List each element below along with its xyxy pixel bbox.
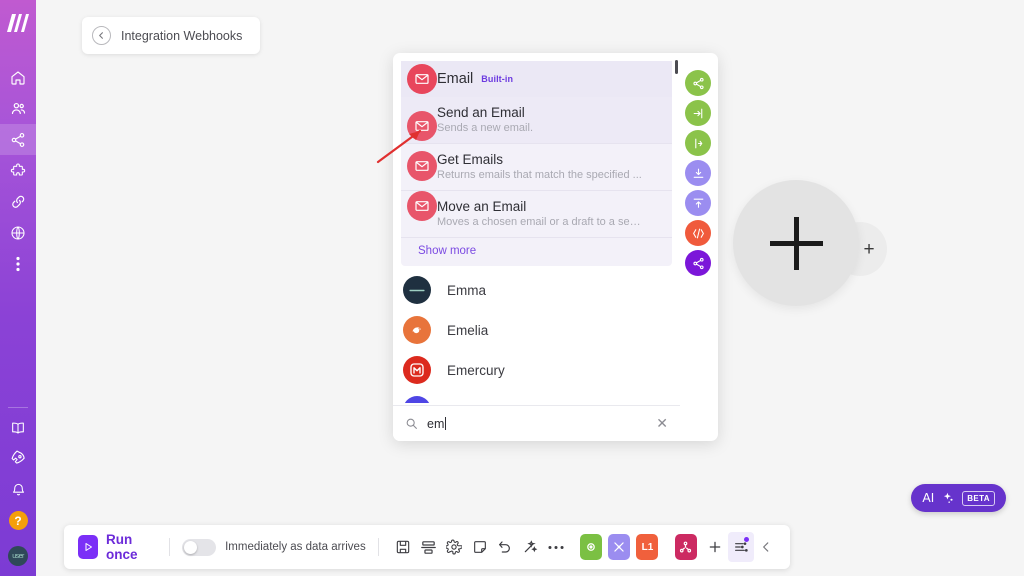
align-icon[interactable] (416, 532, 441, 562)
rail-button-share-2[interactable] (685, 250, 711, 276)
envelope-icon-get (407, 151, 437, 181)
list-item-emma[interactable]: Emma (393, 270, 680, 310)
sidebar-item-scenarios[interactable] (0, 124, 36, 155)
app-results-list: Emma Emelia Emercury (393, 266, 680, 403)
app-avatar-emma (403, 276, 431, 304)
module-title: Send an Email (437, 105, 525, 120)
toolbar-button-tools[interactable] (608, 534, 631, 560)
module-row-send-an-email[interactable]: Send an Email Sends a new email. (401, 97, 672, 144)
toolbar-divider (169, 538, 171, 556)
add-icon[interactable] (703, 532, 728, 562)
sidebar-item-webhooks[interactable] (0, 217, 36, 248)
module-title: Get Emails (437, 152, 504, 167)
sidebar-item-more[interactable] (0, 248, 36, 279)
ai-assistant-button[interactable]: AI BETA (911, 484, 1006, 512)
plus-icon: + (863, 238, 875, 260)
app-avatar-emelia (403, 316, 431, 344)
status-badge: Built-in (481, 74, 514, 84)
avatar[interactable]: user (8, 546, 28, 566)
module-title: Move an Email (437, 199, 527, 214)
search-input[interactable]: em (427, 416, 652, 431)
toolbar-button-connect[interactable] (674, 534, 697, 560)
envelope-icon-move (407, 191, 437, 221)
list-item-partial[interactable] (393, 390, 680, 403)
chevron-left-icon[interactable] (754, 532, 779, 562)
show-more-button[interactable]: Show more (401, 238, 672, 266)
rail-button-router[interactable] (685, 130, 711, 156)
text-caret (445, 416, 447, 430)
add-module-node[interactable]: + (733, 180, 887, 306)
app-group-header[interactable]: Email Built-in (401, 61, 672, 97)
list-item-emelia[interactable]: Emelia (393, 310, 680, 350)
sliders-icon[interactable] (728, 532, 754, 562)
rail-button-sign-in[interactable] (685, 100, 711, 126)
add-module-button[interactable] (733, 180, 859, 306)
ellipsis-icon[interactable] (543, 532, 568, 562)
rail-button-download[interactable] (685, 160, 711, 186)
tools-rail (685, 70, 713, 279)
help-icon[interactable]: ? (8, 511, 28, 530)
plus-icon-vertical (793, 216, 799, 270)
sidebar-item-home[interactable] (0, 62, 36, 93)
notification-dot (743, 537, 749, 542)
beta-badge: BETA (962, 490, 995, 506)
sidebar-item-connections[interactable] (0, 186, 36, 217)
envelope-icon-group (407, 64, 437, 94)
run-once-label: Run once (106, 532, 138, 562)
toolbar-button-explore[interactable] (580, 534, 603, 560)
list-item-emercury[interactable]: Emercury (393, 350, 680, 390)
module-picker-list: Email Built-in Send an Email Sends a new… (393, 53, 680, 403)
list-item-label: Emercury (447, 362, 505, 378)
page-title: Integration Webhooks (121, 28, 243, 43)
toolbar-button-level-label: L1 (641, 541, 654, 553)
list-item-label: Emelia (447, 322, 489, 338)
app-root: ? user Integration Webhooks + Email Buil… (0, 0, 1024, 576)
toolbar-button-level[interactable]: L1 (636, 534, 659, 560)
search-icon (405, 417, 418, 430)
module-search-bar[interactable]: em ✕ (393, 405, 680, 441)
ai-label: AI (922, 491, 935, 505)
sidebar-item-whats-new[interactable] (0, 443, 36, 474)
list-item-label: Emma (447, 282, 487, 298)
toolbar-divider-2 (377, 538, 379, 556)
module-description: Returns emails that match the specified … (437, 169, 642, 181)
toggle-knob (184, 540, 198, 554)
gear-icon[interactable] (441, 532, 466, 562)
breadcrumb[interactable]: Integration Webhooks (82, 17, 261, 54)
module-row-get-emails[interactable]: Get Emails Returns emails that match the… (401, 144, 672, 191)
rail-button-share[interactable] (685, 70, 711, 96)
sparkle-icon (941, 491, 955, 505)
rail-button-code[interactable] (685, 220, 711, 246)
envelope-icon-send (407, 111, 437, 141)
app-avatar-emercury (403, 356, 431, 384)
sidebar-divider (8, 407, 28, 408)
module-picker-panel: Email Built-in Send an Email Sends a new… (393, 53, 718, 441)
save-icon[interactable] (391, 532, 416, 562)
run-once-button[interactable]: Run once (75, 532, 157, 562)
module-description: Sends a new email. (437, 122, 533, 134)
undo-icon[interactable] (492, 532, 517, 562)
sidebar-help-button[interactable]: ? (0, 505, 36, 536)
close-icon[interactable]: ✕ (652, 415, 672, 432)
sidebar-item-organization[interactable] (0, 93, 36, 124)
note-icon[interactable] (467, 532, 492, 562)
schedule-toggle[interactable] (182, 538, 217, 556)
sidebar-item-docs[interactable] (0, 412, 36, 443)
bottom-toolbar: Run once Immediately as data arrives L1 (64, 525, 790, 569)
app-group-email: Email Built-in Send an Email Sends a new… (401, 61, 672, 266)
app-avatar-partial (403, 396, 431, 403)
play-icon (78, 535, 98, 559)
app-group-title: Email (437, 71, 474, 87)
module-row-move-an-email[interactable]: Move an Email Moves a chosen email or a … (401, 191, 672, 238)
schedule-label: Immediately as data arrives (225, 541, 366, 553)
arrow-left-circle-icon[interactable] (92, 26, 111, 45)
sidebar-item-notifications[interactable] (0, 474, 36, 505)
make-logo-icon[interactable] (3, 10, 33, 36)
sidebar-item-templates[interactable] (0, 155, 36, 186)
rail-button-upload[interactable] (685, 190, 711, 216)
magic-wand-icon[interactable] (518, 532, 543, 562)
left-sidebar: ? user (0, 0, 36, 576)
module-description: Moves a chosen email or a draft to a sel… (437, 216, 642, 228)
